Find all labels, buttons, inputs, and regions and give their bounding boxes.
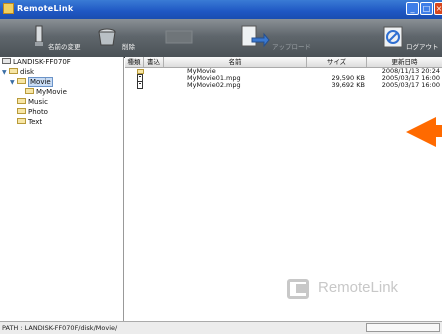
video-file-icon bbox=[137, 81, 143, 89]
tree-item-photo[interactable]: Photo bbox=[17, 108, 48, 117]
upload-label: アップロード bbox=[272, 43, 311, 51]
rename-button[interactable]: 名前の変更 bbox=[28, 19, 88, 57]
folder-tree: LANDISK-FF070F ▼ disk ▼ Movie MyMovie Musi… bbox=[0, 57, 124, 321]
window-title: RemoteLink bbox=[17, 4, 74, 13]
disk-icon bbox=[165, 30, 193, 44]
folder-icon bbox=[9, 68, 18, 74]
folder-icon bbox=[17, 98, 26, 104]
tree-item-music[interactable]: Music bbox=[17, 98, 48, 107]
tree-root-label: LANDISK-FF070F bbox=[13, 58, 71, 66]
annotation-arrow-tail bbox=[434, 125, 442, 137]
tree-item-label: Movie bbox=[28, 77, 53, 87]
file-size: 39,692 KB bbox=[331, 81, 365, 89]
delete-button[interactable]: 削除 bbox=[96, 19, 141, 57]
minimize-button[interactable]: _ bbox=[406, 2, 419, 15]
annotation-arrow-icon bbox=[406, 117, 436, 147]
upload-icon bbox=[241, 25, 270, 48]
status-field bbox=[366, 323, 440, 332]
tree-item-disk[interactable]: ▼ disk bbox=[2, 68, 34, 77]
logout-label: ログアウト bbox=[406, 43, 439, 51]
tree-item-label: MyMovie bbox=[36, 88, 67, 96]
path-text: PATH : LANDISK-FF070F/disk/Movie/ bbox=[2, 324, 118, 332]
logout-button[interactable]: ログアウト bbox=[372, 19, 442, 57]
trash-icon bbox=[98, 28, 116, 46]
file-name: MyMovie02.mpg bbox=[187, 81, 241, 89]
column-size[interactable]: サイズ bbox=[307, 57, 367, 67]
folder-icon bbox=[17, 78, 26, 84]
column-type[interactable]: 種類 bbox=[125, 57, 144, 67]
upload-button[interactable]: アップロード bbox=[236, 19, 316, 57]
column-date[interactable]: 更新日時 bbox=[367, 57, 442, 67]
tree-item-label: Music bbox=[28, 98, 48, 106]
column-name[interactable]: 名前 bbox=[164, 57, 307, 67]
close-button[interactable]: × bbox=[434, 2, 442, 15]
rename-label: 名前の変更 bbox=[48, 43, 81, 51]
tree-root[interactable]: LANDISK-FF070F bbox=[2, 58, 71, 67]
tree-item-label: Photo bbox=[28, 108, 48, 116]
tree-item-text[interactable]: Text bbox=[17, 118, 42, 127]
expand-icon[interactable]: ▼ bbox=[10, 78, 15, 87]
folder-icon bbox=[17, 118, 26, 124]
title-bar: RemoteLink _ □ × bbox=[0, 0, 442, 19]
logout-icon bbox=[383, 26, 403, 48]
table-row[interactable]: MyMovie02.mpg 39,692 KB 2005/03/17 16:00 bbox=[125, 81, 442, 89]
tree-item-label: Text bbox=[28, 118, 43, 126]
folder-icon bbox=[25, 88, 34, 94]
remotelink-logo-icon bbox=[287, 279, 309, 299]
watermark-text: RemoteLink bbox=[318, 279, 399, 296]
column-write[interactable]: 書込 bbox=[144, 57, 164, 67]
app-icon bbox=[3, 3, 14, 14]
maximize-button[interactable]: □ bbox=[420, 2, 433, 15]
rename-icon bbox=[35, 25, 43, 46]
tree-item-label: disk bbox=[20, 68, 35, 76]
toolbar: 名前の変更 削除 アップロード ログアウト bbox=[0, 19, 442, 58]
expand-icon[interactable]: ▼ bbox=[2, 68, 7, 77]
nas-icon bbox=[2, 58, 11, 64]
delete-label: 削除 bbox=[122, 43, 135, 51]
tree-item-movie[interactable]: ▼ Movie bbox=[10, 77, 53, 87]
disabled-tool-button bbox=[160, 19, 200, 57]
tree-item-mymovie[interactable]: MyMovie bbox=[25, 88, 67, 97]
status-bar: PATH : LANDISK-FF070F/disk/Movie/ bbox=[0, 321, 442, 334]
file-date: 2005/03/17 16:00 bbox=[381, 81, 440, 89]
folder-icon bbox=[17, 108, 26, 114]
